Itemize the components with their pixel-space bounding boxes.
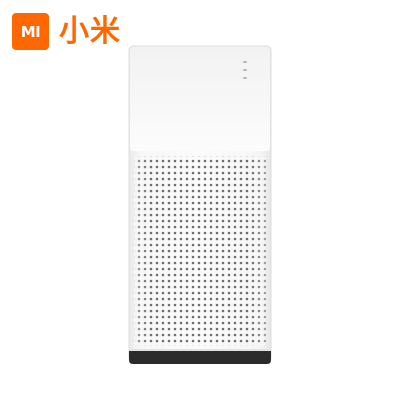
- status-light-icon: [243, 69, 247, 71]
- status-light-icon: [243, 61, 247, 63]
- purifier-top-panel: [130, 47, 270, 151]
- product-image: MI 小米: [0, 0, 400, 400]
- purifier-base: [129, 350, 271, 364]
- status-light-icon: [243, 77, 247, 79]
- air-purifier: [128, 45, 272, 364]
